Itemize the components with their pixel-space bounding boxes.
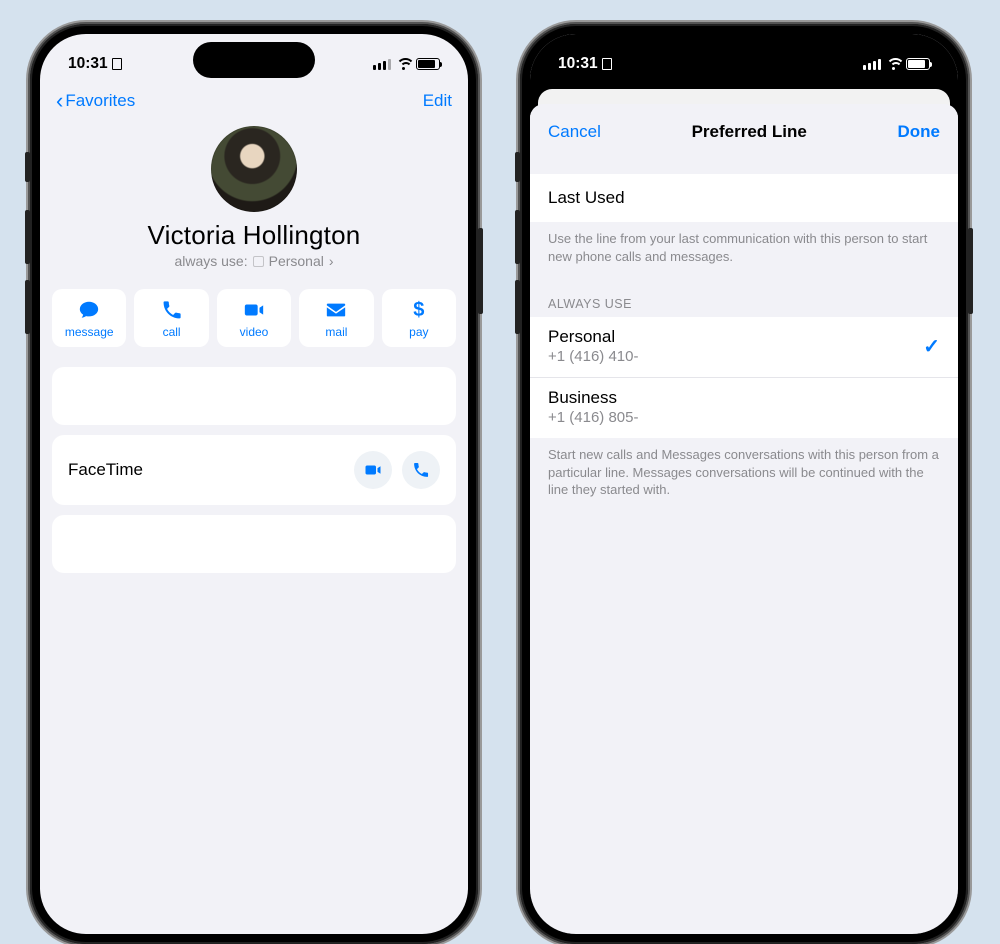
facetime-card: FaceTime (52, 435, 456, 505)
option-last-used[interactable]: Last Used (530, 174, 958, 222)
line-name: Business (548, 388, 638, 408)
checkmark-icon: ✓ (923, 334, 940, 359)
dynamic-island (193, 42, 315, 78)
mail-icon (325, 299, 347, 321)
side-button (515, 152, 520, 182)
side-button (515, 280, 520, 334)
phone-icon (161, 299, 183, 321)
action-pay[interactable]: $ pay (382, 289, 456, 347)
side-button (25, 210, 30, 264)
clock: 10:31 (68, 55, 108, 73)
avatar[interactable] (211, 126, 297, 212)
status-bar: 10:31 (530, 34, 958, 84)
side-button (478, 228, 483, 314)
nav-bar: ‹ Favorites Edit (40, 84, 468, 120)
action-message[interactable]: message (52, 289, 126, 347)
line-number: +1 (416) 805- (548, 409, 638, 426)
phone-left: 10:31 ‹ Favorites Edit Victoria Hollingt… (30, 24, 478, 944)
subline-value: Personal (269, 253, 324, 269)
line-number: +1 (416) 410- (548, 348, 638, 365)
dollar-icon: $ (408, 299, 430, 321)
side-button (968, 228, 973, 314)
message-icon (78, 299, 100, 321)
video-icon (364, 461, 382, 479)
side-button (515, 210, 520, 264)
side-button (25, 280, 30, 334)
action-label: pay (409, 325, 428, 339)
preferred-line-sheet: Cancel Preferred Line Done Last Used Use… (530, 104, 958, 934)
back-label: Favorites (65, 91, 135, 111)
sheet-title: Preferred Line (692, 122, 807, 142)
line-name: Personal (548, 327, 638, 347)
subline-prefix: always use: (174, 253, 247, 269)
chevron-left-icon: ‹ (56, 90, 63, 112)
action-label: message (65, 325, 114, 339)
dynamic-island (683, 42, 805, 78)
option-line-personal[interactable]: Personal +1 (416) 410- ✓ (530, 317, 958, 377)
side-button (25, 152, 30, 182)
action-label: call (163, 325, 181, 339)
battery-icon (416, 58, 440, 70)
facetime-video-button[interactable] (354, 451, 392, 489)
video-icon (243, 299, 265, 321)
facetime-label: FaceTime (68, 460, 143, 480)
phone-icon (412, 461, 430, 479)
status-bar: 10:31 (40, 34, 468, 84)
action-label: video (240, 325, 269, 339)
action-video[interactable]: video (217, 289, 291, 347)
signal-icon (373, 59, 391, 70)
sim-icon (112, 58, 122, 70)
facetime-audio-button[interactable] (402, 451, 440, 489)
signal-icon (863, 59, 881, 70)
option-line-business[interactable]: Business +1 (416) 805- (530, 377, 958, 438)
phone-right: 10:31 Cancel Preferred Line Done Last Us… (520, 24, 968, 944)
preferred-line-link[interactable]: always use: Personal › (40, 253, 468, 269)
screen: 10:31 ‹ Favorites Edit Victoria Hollingt… (40, 34, 468, 934)
sim-chip-icon (253, 256, 264, 267)
contact-header: Victoria Hollington always use: Personal… (40, 120, 468, 279)
cancel-button[interactable]: Cancel (548, 122, 601, 142)
always-use-note: Start new calls and Messages conversatio… (530, 438, 958, 513)
sim-icon (602, 58, 612, 70)
action-label: mail (325, 325, 347, 339)
action-row: message call video mail $ pay (40, 279, 468, 357)
screen: 10:31 Cancel Preferred Line Done Last Us… (530, 34, 958, 934)
done-button[interactable]: Done (898, 122, 941, 142)
blank-card[interactable] (52, 367, 456, 425)
back-button[interactable]: ‹ Favorites (56, 90, 135, 112)
section-header-always-use: ALWAYS USE (530, 279, 958, 317)
contact-name: Victoria Hollington (40, 220, 468, 251)
last-used-note: Use the line from your last communicatio… (530, 222, 958, 279)
wifi-icon (396, 58, 411, 70)
edit-button[interactable]: Edit (423, 91, 452, 111)
sheet-nav: Cancel Preferred Line Done (530, 104, 958, 160)
action-call[interactable]: call (134, 289, 208, 347)
wifi-icon (886, 58, 901, 70)
action-mail[interactable]: mail (299, 289, 373, 347)
chevron-right-icon: › (329, 253, 334, 269)
battery-icon (906, 58, 930, 70)
clock: 10:31 (558, 55, 598, 73)
blank-card[interactable] (52, 515, 456, 573)
